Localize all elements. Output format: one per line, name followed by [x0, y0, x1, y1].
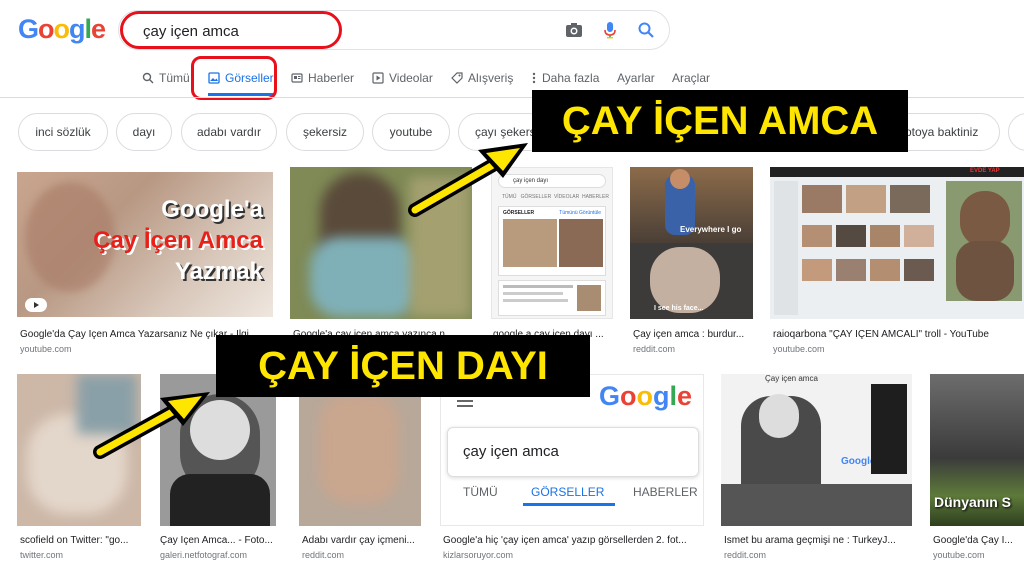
thumb-text: TÜMÜ — [463, 485, 498, 499]
result-caption[interactable]: raioqarbona "ÇAY İÇEN AMCALI" troll - Yo… — [773, 329, 1021, 340]
tab-videos[interactable]: Videolar — [372, 71, 433, 85]
result-caption[interactable]: Google'a hiç 'çay içen amca' yazıp görse… — [443, 535, 701, 546]
chip-suggestion[interactable]: adabı vardır — [181, 113, 277, 151]
result-thumbnail[interactable]: çay içen dayı TÜMÜ GÖRSELLER VİDEOLAR HA… — [491, 167, 613, 319]
result-caption[interactable]: scofield on Twitter: "go... — [20, 535, 140, 546]
search-icon — [142, 72, 154, 84]
thumb-text: Dünyanın S — [934, 494, 1012, 510]
result-caption[interactable]: Adabı vardır çay içmeni... — [302, 535, 420, 546]
tab-tools[interactable]: Araçlar — [672, 71, 710, 85]
chip-suggestion[interactable]: inci sözlük — [18, 113, 108, 151]
thumb-text: Google'a — [161, 196, 263, 223]
result-source: kizlarsoruyor.com — [443, 550, 514, 560]
result-caption[interactable]: Çay İçen Amca... - Foto... — [160, 535, 278, 546]
result-caption[interactable]: Çay içen amca : burdur... — [633, 329, 751, 340]
google-logo[interactable]: Google — [18, 14, 106, 45]
result-source: reddit.com — [724, 550, 767, 560]
thumb-text: Google — [599, 381, 693, 411]
thumb-text: GÖRSELLER — [503, 210, 535, 216]
thumb-text: Çay İçen Amca — [93, 227, 263, 254]
result-thumbnail[interactable]: Everywhere I go I see his face... — [630, 167, 753, 319]
tab-label: Videolar — [389, 71, 433, 85]
result-thumbnail[interactable]: EVDE YAP — [770, 167, 1024, 319]
result-caption[interactable]: Google'da Çay İ... — [933, 535, 1023, 546]
tab-more[interactable]: Daha fazla — [531, 71, 599, 85]
tab-label: Haberler — [308, 71, 355, 85]
result-source: youtube.com — [20, 344, 72, 354]
thumb-text: Çay içen amca — [765, 374, 818, 383]
result-thumbnail[interactable]: Dünyanın S — [930, 374, 1024, 526]
tab-label: Tümü — [159, 71, 190, 85]
result-thumbnail[interactable] — [17, 374, 141, 526]
overlay-banner-bottom: ÇAY İÇEN DAYI — [216, 335, 590, 397]
overlay-banner-top: ÇAY İÇEN AMCA — [532, 90, 908, 152]
thumb-text: HABERLER — [633, 485, 698, 499]
more-icon — [532, 72, 536, 84]
play-icon — [25, 298, 47, 312]
tab-label: Araçlar — [672, 71, 711, 85]
result-thumbnail[interactable]: Google'a Çay İçen Amca Yazmak — [17, 172, 273, 317]
chip-suggestion[interactable] — [1008, 113, 1024, 151]
tab-label: Ayarlar — [617, 71, 655, 85]
result-source: reddit.com — [302, 550, 345, 560]
thumb-text: Tümünü Görüntüle — [559, 210, 601, 216]
thumb-text: çay içen amca — [463, 443, 559, 460]
thumb-text: EVDE YAP — [970, 168, 1000, 174]
thumb-text: I see his face... — [654, 305, 704, 312]
thumb-text: Everywhere I go — [680, 225, 742, 234]
tab-shopping[interactable]: Alışveriş — [451, 71, 513, 85]
result-source: youtube.com — [933, 550, 985, 560]
result-thumbnail[interactable]: Çay içen amca Google — [721, 374, 912, 526]
chip-suggestion[interactable]: youtube — [372, 113, 450, 151]
tab-settings[interactable]: Ayarlar — [617, 71, 655, 85]
mic-icon[interactable] — [600, 20, 620, 40]
tag-icon — [451, 72, 463, 84]
search-highlight-circle — [120, 11, 342, 49]
play-icon — [372, 72, 384, 84]
news-icon — [291, 73, 303, 83]
result-source: twitter.com — [20, 550, 64, 560]
tab-news[interactable]: Haberler — [291, 71, 354, 85]
thumb-text: Yazmak — [174, 258, 263, 285]
thumb-text: çay içen dayı — [498, 174, 606, 188]
tab-all[interactable]: Tümü — [142, 71, 190, 85]
result-source: youtube.com — [773, 344, 825, 354]
chip-suggestion[interactable]: dayı — [116, 113, 172, 151]
thumb-text: GÖRSELLER — [531, 485, 605, 499]
result-thumbnail[interactable] — [290, 167, 472, 319]
search-icon[interactable] — [636, 20, 656, 40]
tab-highlight-circle — [191, 56, 277, 100]
result-source: reddit.com — [633, 344, 676, 354]
result-caption[interactable]: İsmet bu arama geçmişi ne : TurkeyJ... — [724, 535, 910, 546]
tab-label: Daha fazla — [542, 71, 600, 85]
tab-label: Alışveriş — [468, 71, 514, 85]
chip-suggestion[interactable]: şekersiz — [286, 113, 364, 151]
camera-icon[interactable] — [564, 20, 584, 40]
result-source: galeri.netfotograf.com — [160, 550, 248, 560]
